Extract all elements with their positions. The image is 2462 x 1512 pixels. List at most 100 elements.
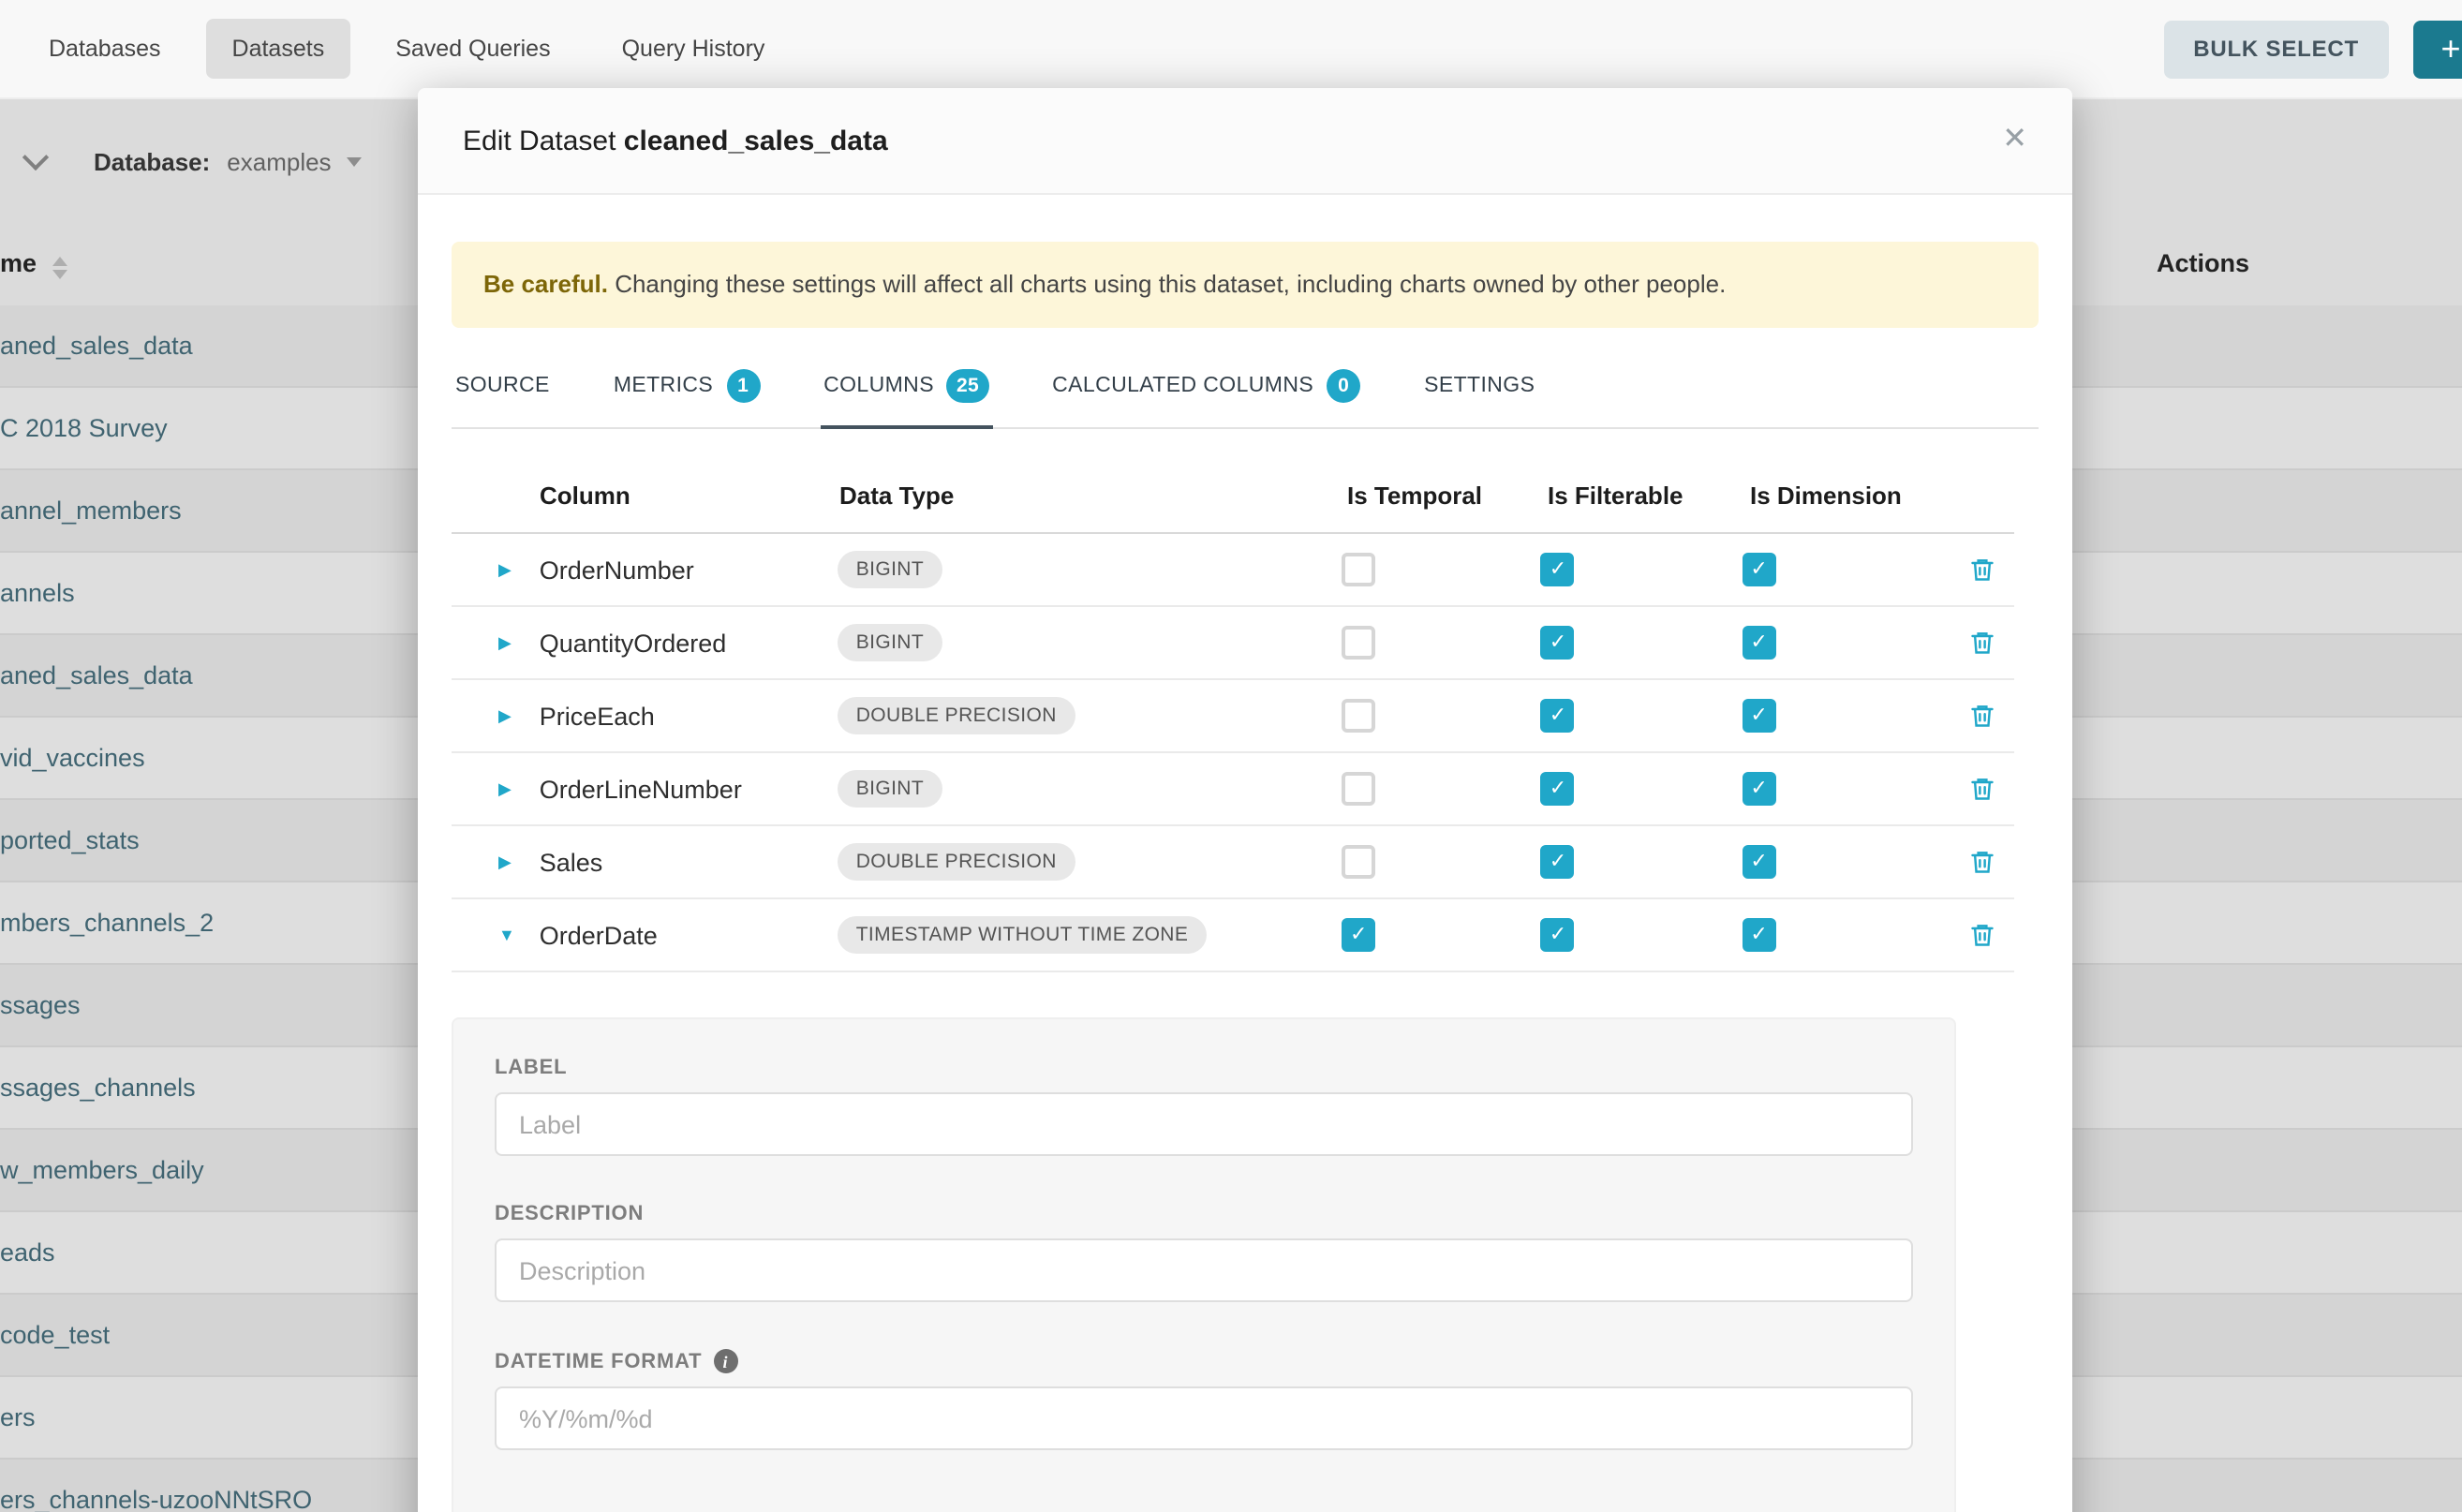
columns-table-header: Column Data Type Is Temporal Is Filterab… [452, 459, 2014, 534]
tab-columns[interactable]: COLUMNS 25 [820, 369, 992, 429]
check-icon: ✓ [1750, 705, 1767, 726]
trash-icon[interactable] [1969, 776, 1995, 802]
modal-title: Edit Dataset cleaned_sales_data [463, 125, 888, 156]
columns-count-badge: 25 [947, 369, 988, 403]
description-input[interactable] [495, 1238, 1913, 1302]
datetime-format-field-label: DATETIME FORMAT i [495, 1349, 1913, 1373]
modal-title-prefix: Edit Dataset [463, 125, 616, 156]
description-field-group: DESCRIPTION [495, 1203, 1913, 1302]
is-dimension-checkbox[interactable]: ✓ [1743, 699, 1776, 733]
header-column: Column [540, 482, 839, 510]
data-type-pill: DOUBLE PRECISION [838, 843, 1075, 881]
add-dataset-button[interactable]: + [2413, 20, 2462, 78]
is-dimension-checkbox[interactable]: ✓ [1743, 772, 1776, 806]
label-field-group: LABEL [495, 1057, 1913, 1156]
tab-metrics-label: METRICS [614, 375, 713, 397]
header-is-filterable: Is Filterable [1548, 482, 1750, 510]
check-icon: ✓ [1750, 559, 1767, 580]
tab-settings-label: SETTINGS [1424, 375, 1535, 397]
close-icon[interactable]: ✕ [2002, 126, 2027, 156]
datetime-format-input[interactable] [495, 1386, 1913, 1450]
column-row: ▶ QuantityOrdered BIGINT ✓ ✓ ✓ [452, 607, 2014, 680]
is-filterable-checkbox[interactable]: ✓ [1541, 845, 1575, 879]
trash-icon[interactable] [1969, 556, 1995, 583]
check-icon: ✓ [1750, 852, 1767, 872]
modal-header: Edit Dataset cleaned_sales_data ✕ [418, 88, 2072, 195]
tab-settings[interactable]: SETTINGS [1420, 369, 1538, 429]
check-icon: ✓ [1750, 778, 1767, 799]
check-icon: ✓ [1550, 559, 1566, 580]
check-icon: ✓ [1550, 925, 1566, 945]
is-temporal-checkbox[interactable]: ✓ [1342, 699, 1375, 733]
data-type-pill: BIGINT [838, 624, 942, 661]
nav-tab-datasets[interactable]: Datasets [206, 19, 351, 79]
tab-metrics[interactable]: METRICS 1 [610, 369, 764, 429]
is-dimension-checkbox[interactable]: ✓ [1743, 553, 1776, 586]
column-row-expanded: ▼ OrderDate TIMESTAMP WITHOUT TIME ZONE … [452, 899, 2014, 972]
header-data-type: Data Type [839, 482, 1347, 510]
expand-caret-icon[interactable]: ▶ [498, 632, 540, 653]
is-temporal-checkbox[interactable]: ✓ [1342, 772, 1375, 806]
tab-source[interactable]: SOURCE [452, 369, 554, 429]
datetime-format-field-group: DATETIME FORMAT i [495, 1349, 1913, 1450]
modal-tabs: SOURCE METRICS 1 COLUMNS 25 CALCULATED C… [452, 369, 2039, 429]
check-icon: ✓ [1550, 705, 1566, 726]
check-icon: ✓ [1750, 925, 1767, 945]
calculated-columns-count-badge: 0 [1327, 369, 1360, 403]
tab-source-label: SOURCE [455, 375, 550, 397]
column-name: QuantityOrdered [540, 629, 838, 657]
columns-table: Column Data Type Is Temporal Is Filterab… [452, 459, 2014, 972]
collapse-caret-icon[interactable]: ▼ [498, 926, 540, 944]
header-is-dimension: Is Dimension [1750, 482, 1979, 510]
label-field-label: LABEL [495, 1057, 1913, 1079]
bulk-select-button[interactable]: BULK SELECT [2163, 20, 2389, 78]
nav-tab-query-history[interactable]: Query History [596, 19, 792, 79]
is-temporal-checkbox[interactable]: ✓ [1342, 626, 1375, 660]
trash-icon[interactable] [1969, 849, 1995, 875]
top-navigation: Databases Datasets Saved Queries Query H… [0, 0, 2462, 99]
trash-icon[interactable] [1969, 630, 1995, 656]
modal-title-dataset-name: cleaned_sales_data [624, 125, 888, 156]
trash-icon[interactable] [1969, 922, 1995, 948]
nav-tab-databases[interactable]: Databases [22, 19, 187, 79]
is-temporal-checkbox[interactable]: ✓ [1342, 845, 1375, 879]
topbar-actions: BULK SELECT + [2163, 20, 2462, 78]
data-type-pill: BIGINT [838, 770, 942, 808]
is-filterable-checkbox[interactable]: ✓ [1541, 918, 1575, 952]
column-name: Sales [540, 848, 838, 876]
tab-calculated-columns[interactable]: CALCULATED COLUMNS 0 [1048, 369, 1364, 429]
plus-icon: + [2440, 29, 2460, 68]
is-filterable-checkbox[interactable]: ✓ [1541, 626, 1575, 660]
check-icon: ✓ [1750, 632, 1767, 653]
is-dimension-checkbox[interactable]: ✓ [1743, 845, 1776, 879]
modal-body: Be careful. Changing these settings will… [418, 195, 2072, 1512]
is-filterable-checkbox[interactable]: ✓ [1541, 699, 1575, 733]
check-icon: ✓ [1350, 925, 1367, 945]
is-temporal-checkbox[interactable]: ✓ [1342, 918, 1375, 952]
warning-banner: Be careful. Changing these settings will… [452, 242, 2039, 328]
check-icon: ✓ [1550, 632, 1566, 653]
column-row: ▶ OrderNumber BIGINT ✓ ✓ ✓ [452, 534, 2014, 607]
edit-dataset-modal: Edit Dataset cleaned_sales_data ✕ Be car… [418, 88, 2072, 1512]
is-temporal-checkbox[interactable]: ✓ [1342, 553, 1375, 586]
expand-caret-icon[interactable]: ▶ [498, 705, 540, 726]
column-detail-panel: LABEL DESCRIPTION DATETIME FORMAT i [452, 1017, 1956, 1512]
info-icon[interactable]: i [713, 1349, 737, 1373]
column-row: ▶ Sales DOUBLE PRECISION ✓ ✓ ✓ [452, 826, 2014, 899]
is-dimension-checkbox[interactable]: ✓ [1743, 918, 1776, 952]
expand-caret-icon[interactable]: ▶ [498, 559, 540, 580]
label-input[interactable] [495, 1092, 1913, 1156]
is-filterable-checkbox[interactable]: ✓ [1541, 553, 1575, 586]
column-name: OrderLineNumber [540, 775, 838, 803]
is-dimension-checkbox[interactable]: ✓ [1743, 626, 1776, 660]
check-icon: ✓ [1550, 852, 1566, 872]
trash-icon[interactable] [1969, 703, 1995, 729]
check-icon: ✓ [1550, 778, 1566, 799]
is-filterable-checkbox[interactable]: ✓ [1541, 772, 1575, 806]
expand-caret-icon[interactable]: ▶ [498, 778, 540, 799]
nav-tab-saved-queries[interactable]: Saved Queries [369, 19, 576, 79]
tab-calculated-columns-label: CALCULATED COLUMNS [1052, 375, 1313, 397]
expand-caret-icon[interactable]: ▶ [498, 852, 540, 872]
app: Databases Datasets Saved Queries Query H… [0, 0, 2462, 1512]
column-row: ▶ PriceEach DOUBLE PRECISION ✓ ✓ ✓ [452, 680, 2014, 753]
